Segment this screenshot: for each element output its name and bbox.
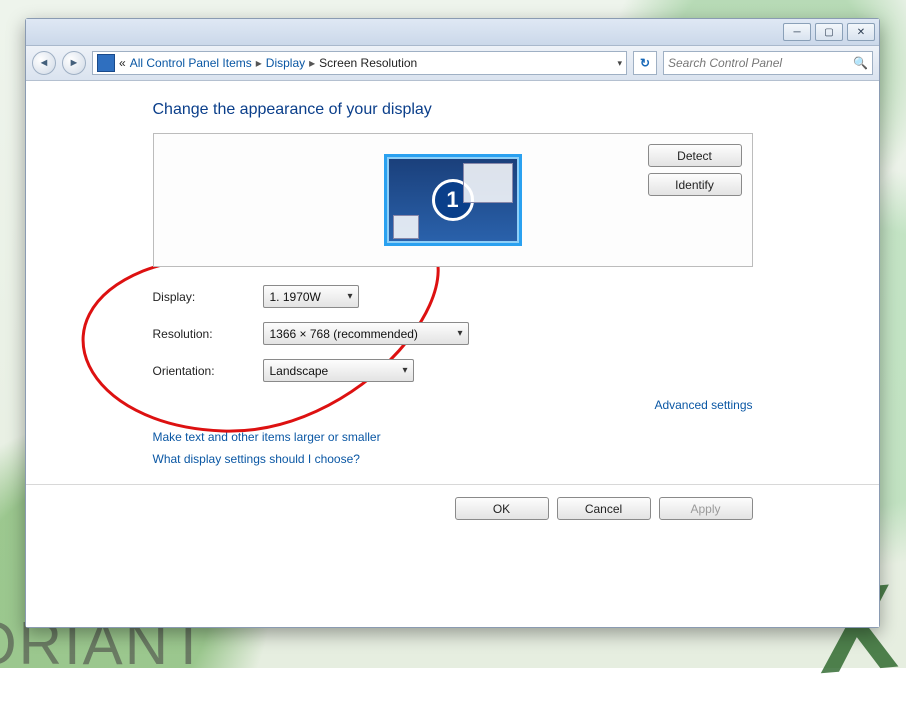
display-settings-form: Display: 1. 1970W Resolution: 1366 × 768… xyxy=(153,285,753,382)
dialog-button-row: OK Cancel Apply xyxy=(153,485,753,536)
minimize-button[interactable]: ─ xyxy=(783,23,811,41)
ok-button[interactable]: OK xyxy=(455,497,549,520)
breadcrumb-prefix: « xyxy=(119,56,126,70)
address-dropdown-icon[interactable]: ▾ xyxy=(617,58,622,69)
monitor-1-preview[interactable]: 1 xyxy=(384,154,522,246)
text-size-link[interactable]: Make text and other items larger or smal… xyxy=(153,430,753,444)
orientation-select[interactable]: Landscape xyxy=(263,359,414,382)
resolution-select-value: 1366 × 768 (recommended) xyxy=(270,327,418,341)
cancel-button[interactable]: Cancel xyxy=(557,497,651,520)
identify-button[interactable]: Identify xyxy=(648,173,742,196)
back-button[interactable]: ◄ xyxy=(32,51,56,75)
detect-button[interactable]: Detect xyxy=(648,144,742,167)
advanced-settings-link[interactable]: Advanced settings xyxy=(654,398,752,412)
close-button[interactable]: ✕ xyxy=(847,23,875,41)
breadcrumb[interactable]: « All Control Panel Items ▸ Display ▸ Sc… xyxy=(92,51,627,75)
window-titlebar: ─ ▢ ✕ xyxy=(26,19,879,46)
resolution-label: Resolution: xyxy=(153,327,263,341)
address-bar-row: ◄ ► « All Control Panel Items ▸ Display … xyxy=(26,46,879,81)
search-input[interactable]: Search Control Panel 🔍 xyxy=(663,51,873,75)
orientation-select-value: Landscape xyxy=(270,364,329,378)
search-placeholder: Search Control Panel xyxy=(668,56,782,70)
maximize-button[interactable]: ▢ xyxy=(815,23,843,41)
refresh-button[interactable]: ↻ xyxy=(633,51,657,75)
control-panel-window: ─ ▢ ✕ ◄ ► « All Control Panel Items ▸ Di… xyxy=(25,18,880,628)
chevron-right-icon: ▸ xyxy=(309,56,315,70)
breadcrumb-all-items[interactable]: All Control Panel Items xyxy=(130,56,252,70)
preview-window-small xyxy=(393,215,419,239)
display-label: Display: xyxy=(153,290,263,304)
resolution-select[interactable]: 1366 × 768 (recommended) xyxy=(263,322,469,345)
orientation-label: Orientation: xyxy=(153,364,263,378)
breadcrumb-current: Screen Resolution xyxy=(319,56,417,70)
chevron-right-icon: ▸ xyxy=(256,56,262,70)
forward-button[interactable]: ► xyxy=(62,51,86,75)
display-select-value: 1. 1970W xyxy=(270,290,321,304)
display-select[interactable]: 1. 1970W xyxy=(263,285,359,308)
help-link[interactable]: What display settings should I choose? xyxy=(153,452,753,466)
preview-window-large xyxy=(463,163,513,203)
content-area: Change the appearance of your display 1 … xyxy=(26,81,879,627)
search-icon: 🔍 xyxy=(853,56,868,70)
control-panel-icon xyxy=(97,54,115,72)
breadcrumb-display[interactable]: Display xyxy=(266,56,305,70)
page-title: Change the appearance of your display xyxy=(153,101,753,119)
apply-button: Apply xyxy=(659,497,753,520)
display-preview-panel: 1 Detect Identify xyxy=(153,133,753,267)
